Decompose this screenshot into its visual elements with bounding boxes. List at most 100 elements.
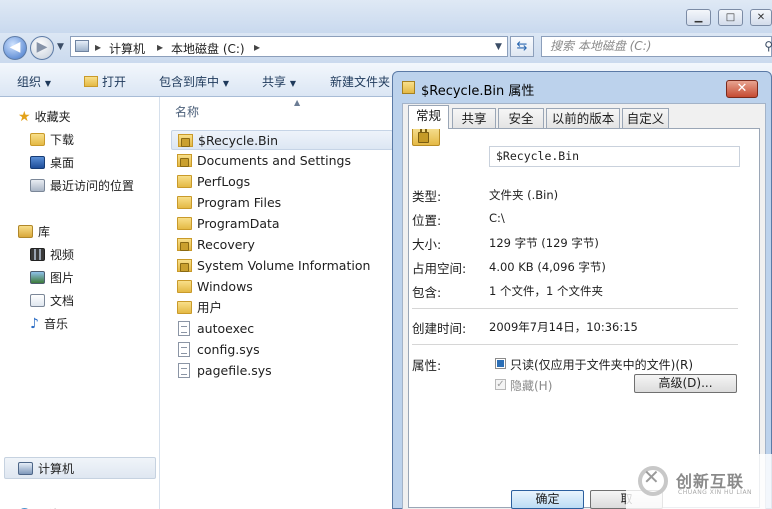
- watermark-logo: ✕ 创新互联 CHUANG XIN HU LIAN: [626, 454, 772, 509]
- nav-item-label: 音乐: [43, 317, 68, 331]
- divider: [412, 308, 738, 309]
- ok-button[interactable]: 确定: [511, 490, 584, 509]
- refresh-button[interactable]: ⇆: [510, 36, 534, 57]
- tab-security[interactable]: 安全: [498, 108, 544, 128]
- file-row[interactable]: Documents and Settings: [171, 151, 393, 171]
- nav-libraries[interactable]: 库: [18, 223, 50, 241]
- dialog-title-bar[interactable]: $Recycle.Bin 属性 ✕: [393, 72, 771, 102]
- hidden-label: 隐藏(H): [510, 379, 553, 393]
- nav-item-desktop[interactable]: 桌面: [30, 154, 74, 172]
- size-value: 129 字节 (129 字节): [489, 236, 599, 250]
- file-icon: [178, 363, 190, 378]
- folder-icon: [177, 217, 192, 230]
- nav-computer[interactable]: 计算机: [18, 460, 74, 478]
- minimize-button[interactable]: ▁: [686, 9, 711, 26]
- organize-menu[interactable]: 组织 ▼: [17, 73, 51, 90]
- maximize-button[interactable]: □: [718, 9, 743, 26]
- folder-icon: [177, 196, 192, 209]
- file-row[interactable]: Program Files: [171, 193, 393, 213]
- folder-icon: [177, 280, 192, 293]
- nav-favorites[interactable]: ★ 收藏夹: [18, 108, 71, 126]
- back-button[interactable]: ◀: [3, 36, 27, 60]
- open-button[interactable]: 打开: [84, 73, 126, 90]
- file-row[interactable]: PerfLogs: [171, 172, 393, 192]
- nav-computer-label: 计算机: [38, 462, 75, 476]
- advanced-button[interactable]: 高级(D)...: [634, 374, 737, 393]
- documents-icon: [30, 294, 45, 307]
- navigation-pane: ★收藏夹 下载 桌面 最近访问的位置 库 视频 图片 文档 ♪音乐 计算机 网络: [0, 97, 160, 509]
- recent-places-icon: [30, 179, 45, 192]
- new-folder-button[interactable]: 新建文件夹: [330, 73, 390, 90]
- breadcrumb-computer[interactable]: 计算机: [109, 40, 145, 57]
- library-icon: [18, 225, 33, 238]
- name-field[interactable]: $Recycle.Bin: [489, 146, 740, 167]
- file-name: Recovery: [197, 237, 255, 252]
- tab-general[interactable]: 常规: [408, 105, 449, 129]
- file-row[interactable]: $Recycle.Bin: [171, 130, 393, 150]
- downloads-folder-icon: [30, 133, 45, 146]
- close-window-button[interactable]: ✕: [750, 9, 772, 26]
- nav-item-label: 桌面: [50, 156, 75, 170]
- nav-item-label: 下载: [50, 133, 75, 147]
- file-name: autoexec: [197, 321, 255, 336]
- folder-icon: [177, 301, 192, 314]
- file-icon: [178, 342, 190, 357]
- file-name: Program Files: [197, 195, 282, 210]
- file-row[interactable]: pagefile.sys: [171, 361, 393, 381]
- size-label: 大小:: [412, 237, 442, 252]
- forward-button[interactable]: ▶: [30, 36, 54, 60]
- breadcrumb-drive-c[interactable]: 本地磁盘 (C:): [171, 40, 245, 57]
- file-row[interactable]: System Volume Information: [171, 256, 393, 276]
- readonly-label: 只读(仅应用于文件夹中的文件)(R): [510, 358, 694, 372]
- locked-folder-icon: [402, 81, 415, 94]
- nav-item-documents[interactable]: 文档: [30, 292, 74, 310]
- locked-folder-icon: [177, 238, 192, 251]
- nav-item-music[interactable]: ♪ 音乐: [30, 315, 68, 333]
- nav-item-downloads[interactable]: 下载: [30, 131, 74, 149]
- file-row[interactable]: config.sys: [171, 340, 393, 360]
- include-in-library-menu[interactable]: 包含到库中 ▼: [159, 73, 229, 90]
- nav-item-videos[interactable]: 视频: [30, 246, 74, 264]
- locked-folder-icon: [178, 134, 193, 147]
- explorer-title-bar: ▁ □ ✕: [0, 0, 772, 33]
- file-name: $Recycle.Bin: [198, 133, 279, 148]
- attributes-label: 属性:: [412, 358, 442, 373]
- file-row[interactable]: 用户: [171, 298, 393, 318]
- address-dropdown-icon[interactable]: ▼: [495, 42, 502, 52]
- watermark-subtext: CHUANG XIN HU LIAN: [678, 489, 753, 496]
- address-bar[interactable]: ▸ 计算机 ▸ 本地磁盘 (C:) ▸ ▼: [70, 36, 508, 57]
- search-icon[interactable]: ⚲: [764, 37, 772, 56]
- tab-customize[interactable]: 自定义: [622, 108, 669, 128]
- dialog-close-button[interactable]: ✕: [726, 80, 758, 98]
- file-name: Documents and Settings: [197, 153, 352, 168]
- file-row[interactable]: Recovery: [171, 235, 393, 255]
- type-value: 文件夹 (.Bin): [489, 188, 559, 202]
- file-name: ProgramData: [197, 216, 280, 231]
- chevron-down-icon: ▼: [222, 79, 229, 88]
- divider: [412, 344, 738, 345]
- recent-pages-dropdown-icon[interactable]: ▼: [57, 42, 64, 52]
- readonly-checkbox[interactable]: [495, 358, 506, 369]
- file-row[interactable]: autoexec: [171, 319, 393, 339]
- nav-item-recent-places[interactable]: 最近访问的位置: [30, 177, 134, 195]
- tab-sharing[interactable]: 共享: [452, 108, 496, 128]
- nav-favorites-label: 收藏夹: [34, 110, 71, 124]
- search-input[interactable]: 搜索 本地磁盘 (C:) ⚲: [541, 36, 772, 57]
- properties-dialog: $Recycle.Bin 属性 ✕ 常规 共享 安全 以前的版本 自定义 $Re…: [392, 71, 772, 509]
- open-folder-icon: [84, 76, 98, 87]
- file-row[interactable]: ProgramData: [171, 214, 393, 234]
- breadcrumb-separator: ▸: [157, 40, 164, 54]
- nav-item-label: 最近访问的位置: [50, 179, 135, 193]
- type-label: 类型:: [412, 189, 442, 204]
- hidden-checkbox[interactable]: ✓: [495, 379, 506, 390]
- breadcrumb-separator: ▸: [254, 40, 261, 54]
- file-row[interactable]: Windows: [171, 277, 393, 297]
- share-menu[interactable]: 共享 ▼: [262, 73, 296, 90]
- star-icon: ★: [18, 109, 31, 125]
- nav-item-label: 文档: [50, 294, 75, 308]
- tab-previous-versions[interactable]: 以前的版本: [546, 108, 620, 128]
- column-header-name[interactable]: 名称: [175, 103, 199, 120]
- file-name: PerfLogs: [197, 174, 251, 189]
- file-icon: [178, 321, 190, 336]
- nav-item-pictures[interactable]: 图片: [30, 269, 74, 287]
